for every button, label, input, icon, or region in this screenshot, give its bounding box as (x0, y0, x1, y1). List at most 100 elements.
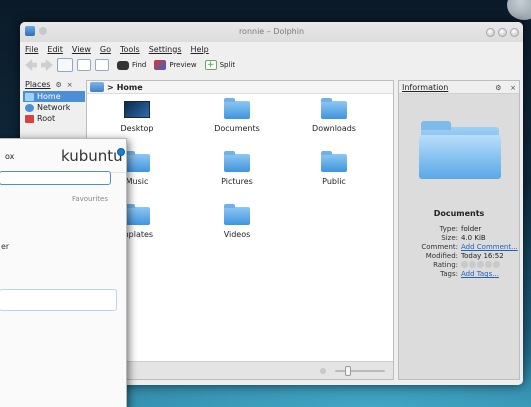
menu-edit[interactable]: Edit (47, 45, 63, 54)
places-header: Places ⚙ × (23, 78, 85, 91)
breadcrumb: > Home (87, 81, 393, 94)
file-label: Pictures (221, 177, 253, 186)
info-key: Comment: (421, 243, 458, 251)
star-icon[interactable] (485, 261, 492, 268)
menu-bar: File Edit View Go Tools Settings Help (20, 42, 523, 56)
info-value: Today 16:52 (461, 252, 504, 260)
zoom-slider-handle[interactable] (345, 366, 351, 376)
favourites-label: Favourites (71, 195, 108, 203)
star-icon[interactable] (493, 261, 500, 268)
star-icon[interactable] (469, 261, 476, 268)
menu-tools[interactable]: Tools (120, 45, 140, 54)
find-label: Find (132, 61, 147, 69)
panel-close-icon[interactable]: × (510, 84, 516, 92)
panel-options-icon[interactable]: ⚙ (55, 81, 61, 89)
kubuntu-popup-window: ox kubuntu Favourites er (0, 138, 127, 407)
icons-view-icon[interactable] (57, 58, 73, 72)
place-label: Home (37, 92, 61, 101)
folder-icon (124, 204, 150, 225)
menu-view[interactable]: View (72, 45, 91, 54)
file-item-desktop[interactable]: Desktop (102, 101, 172, 133)
info-row-rating: Rating: (399, 261, 519, 270)
star-icon[interactable] (477, 261, 484, 268)
menu-settings[interactable]: Settings (149, 45, 182, 54)
split-label: Split (219, 61, 236, 69)
kubuntu-search-input[interactable] (0, 171, 111, 185)
file-item-videos[interactable]: Videos (202, 204, 272, 239)
file-item-pictures[interactable]: Pictures (202, 151, 272, 186)
file-item-public[interactable]: Public (299, 151, 369, 186)
info-properties: Type: folder Size: 4.0 KiB Comment: Add … (399, 225, 519, 279)
details-view-icon[interactable] (77, 59, 91, 71)
folder-icon (321, 151, 347, 172)
panel-close-icon[interactable]: × (67, 81, 73, 89)
file-label: Videos (223, 230, 251, 239)
back-arrow-icon[interactable] (25, 59, 37, 71)
find-button[interactable]: Find (117, 60, 147, 70)
breadcrumb-current[interactable]: Home (117, 83, 143, 92)
title-bar[interactable]: ronnie – Dolphin (20, 22, 523, 42)
preview-label: Preview (169, 61, 197, 69)
split-button[interactable]: + Split (204, 60, 236, 70)
kubuntu-text-fragment: er (1, 242, 10, 251)
information-title: Information (402, 82, 449, 92)
file-label: Public (322, 177, 346, 186)
file-label: Desktop (120, 124, 154, 133)
places-title: Places (25, 80, 51, 89)
folder-icon (224, 204, 250, 225)
kubuntu-window-title: ox (5, 152, 15, 161)
corner-widget[interactable] (507, 0, 531, 20)
root-icon (25, 114, 34, 123)
menu-go[interactable]: Go (100, 45, 111, 54)
menu-help[interactable]: Help (191, 45, 209, 54)
zoom-slider[interactable] (335, 370, 385, 372)
info-key: Rating: (433, 261, 458, 269)
info-row-modified: Modified: Today 16:52 (399, 252, 519, 261)
info-row-type: Type: folder (399, 225, 519, 234)
binoculars-icon (117, 60, 129, 70)
info-row-tags: Tags: Add Tags... (399, 270, 519, 279)
preview-button[interactable]: Preview (154, 60, 197, 70)
minimize-button[interactable] (486, 28, 495, 37)
close-button[interactable] (510, 28, 519, 37)
info-key: Tags: (440, 270, 458, 278)
star-icon[interactable] (461, 261, 468, 268)
status-bar (87, 361, 405, 379)
file-label: Music (125, 177, 149, 186)
columns-view-icon[interactable] (95, 59, 109, 71)
zoom-out-icon[interactable] (320, 368, 326, 374)
folder-icon (224, 98, 250, 119)
window-title: ronnie – Dolphin (238, 27, 305, 36)
kubuntu-header: ox kubuntu (0, 139, 126, 173)
info-key: Type: (439, 225, 458, 233)
add-tags-link[interactable]: Add Tags... (461, 270, 519, 279)
place-item-root[interactable]: Root (23, 113, 85, 124)
folder-icon (124, 151, 150, 172)
file-item-documents[interactable]: Documents (202, 98, 272, 133)
forward-arrow-icon[interactable] (41, 59, 53, 71)
breadcrumb-home-icon[interactable] (90, 82, 104, 92)
kubuntu-input-box[interactable] (0, 289, 117, 311)
home-icon (25, 92, 34, 101)
file-item-downloads[interactable]: Downloads (299, 98, 369, 133)
rating-stars[interactable] (461, 261, 519, 270)
file-label: Downloads (312, 124, 356, 133)
file-view[interactable]: > Home Desktop Documents Downloads Music… (86, 80, 405, 380)
info-item-name: Documents (433, 209, 485, 218)
kubuntu-logo: kubuntu (61, 147, 123, 165)
place-item-home[interactable]: Home (23, 91, 85, 102)
place-item-network[interactable]: Network (23, 102, 85, 113)
information-header: Information ⚙ × (399, 81, 519, 94)
place-label: Root (37, 114, 56, 123)
network-icon (25, 103, 34, 112)
info-value: 4.0 KiB (461, 234, 486, 242)
split-plus-icon: + (204, 60, 217, 70)
panel-options-icon[interactable]: ⚙ (495, 84, 501, 92)
info-key: Size: (441, 234, 458, 242)
add-comment-link[interactable]: Add Comment... (461, 243, 519, 252)
place-label: Network (37, 103, 71, 112)
preview-icon (154, 60, 167, 70)
tool-bar: Find Preview + Split (20, 56, 523, 74)
menu-file[interactable]: File (25, 45, 38, 54)
maximize-button[interactable] (498, 28, 507, 37)
